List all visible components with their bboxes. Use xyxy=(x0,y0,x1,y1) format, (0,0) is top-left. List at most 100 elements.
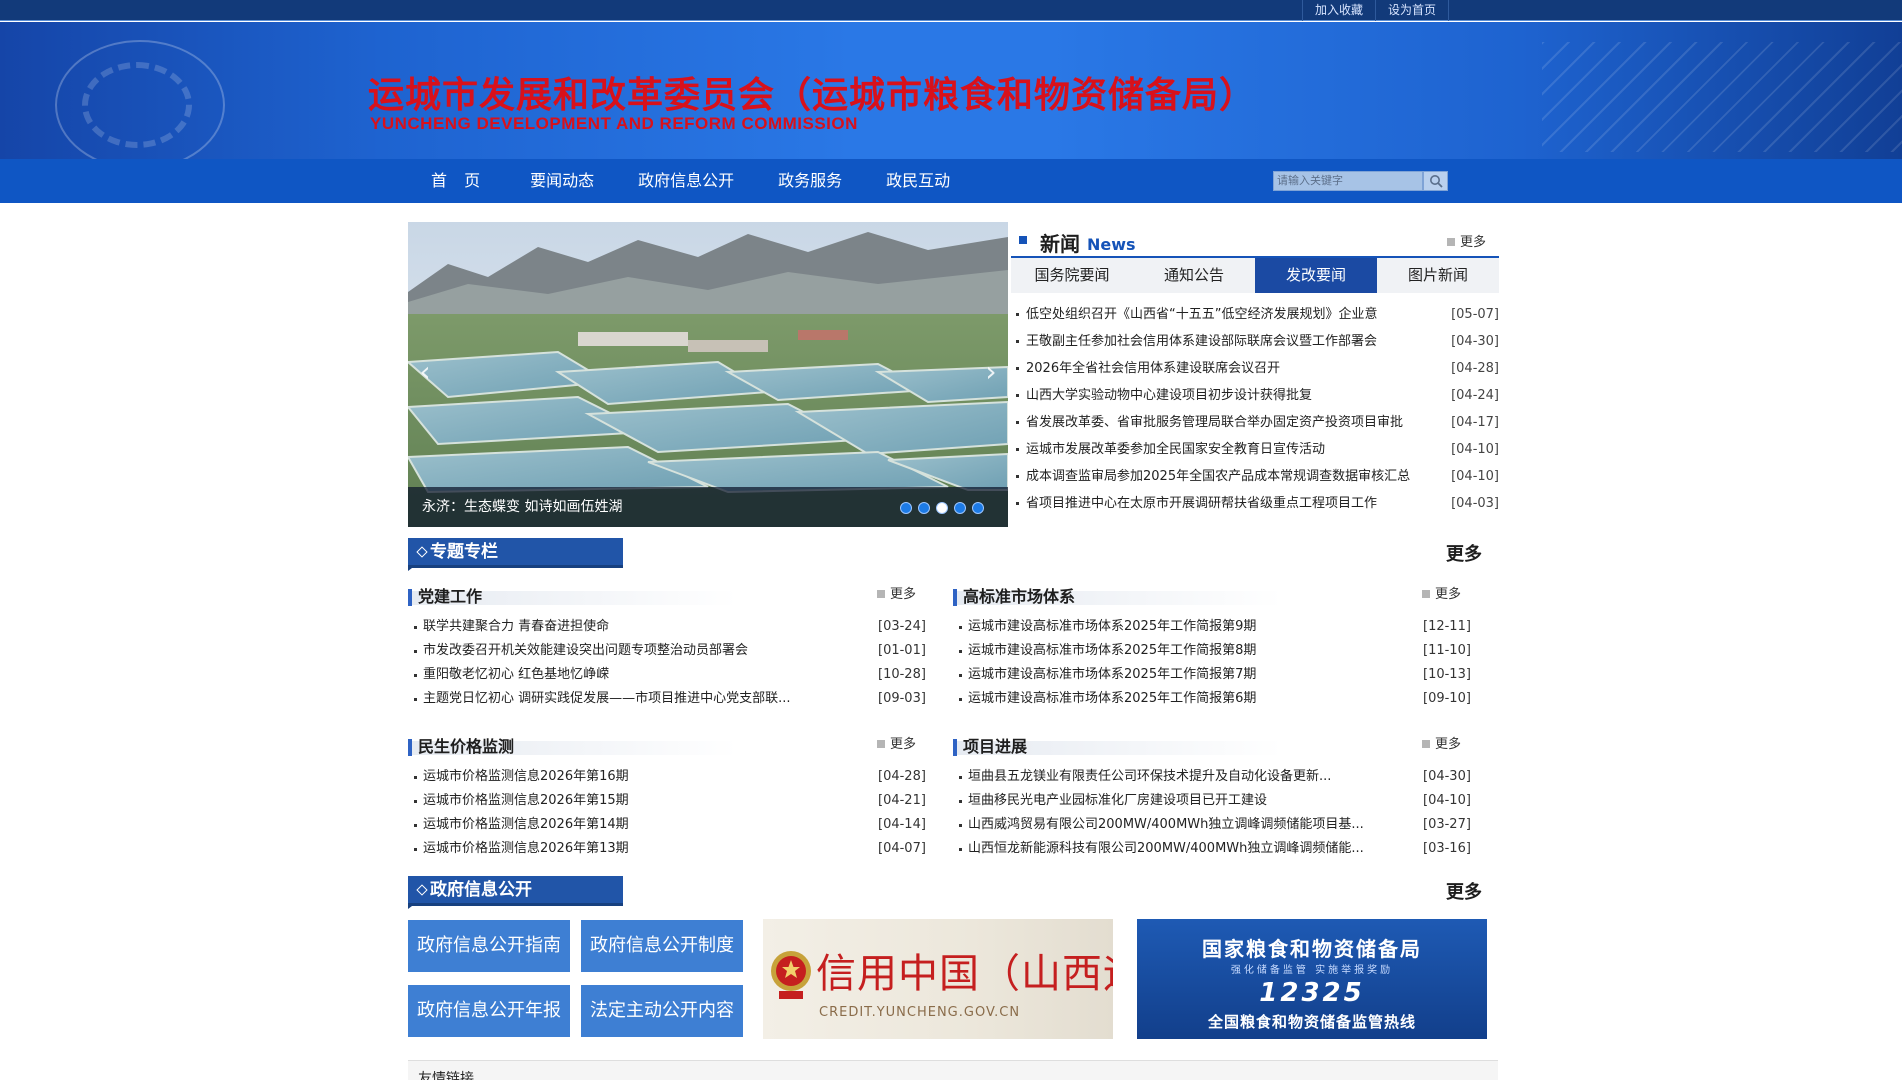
list-item[interactable]: 运城市价格监测信息2026年第13期 [04-07] xyxy=(408,837,926,861)
list-item-title[interactable]: 运城市价格监测信息2026年第14期 xyxy=(423,813,833,837)
tab-notices[interactable]: 通知公告 xyxy=(1133,258,1255,293)
gov-info-more-link[interactable]: 更多 xyxy=(1446,878,1482,904)
list-item-date: [04-30] xyxy=(1423,769,1471,784)
list-item[interactable]: 主题党日忆初心 调研实践促发展——市项目推进中心党支部联... [09-03] xyxy=(408,687,926,711)
news-item[interactable]: 王敬副主任参加社会信用体系建设部际联席会议暨工作部署会 [04-30] xyxy=(1011,328,1499,355)
list-item[interactable]: 山西恒龙新能源科技有限公司200MW/400MWh独立调峰调频储能... [03-… xyxy=(953,837,1471,861)
nav-item-interaction[interactable]: 政民互动 xyxy=(864,159,972,203)
list-item-title[interactable]: 运城市建设高标准市场体系2025年工作简报第8期 xyxy=(968,639,1378,663)
list-item-title[interactable]: 山西恒龙新能源科技有限公司200MW/400MWh独立调峰调频储能... xyxy=(968,837,1378,861)
list-item-title[interactable]: 运城市建设高标准市场体系2025年工作简报第9期 xyxy=(968,615,1378,639)
list-item-title[interactable]: 市发改委召开机关效能建设突出问题专项整治动员部署会 xyxy=(423,639,833,663)
news-more-link[interactable]: 更多 xyxy=(1447,231,1486,250)
bullet-icon xyxy=(959,800,962,803)
nav-item-news[interactable]: 要闻动态 xyxy=(508,159,616,203)
list-item-title[interactable]: 垣曲移民光电产业园标准化厂房建设项目已开工建设 xyxy=(968,789,1378,813)
slide-caption[interactable]: 永济：生态蝶变 如诗如画伍姓湖 xyxy=(422,487,622,527)
slide-prev-button[interactable]: ‹ xyxy=(416,357,434,387)
column-bar-icon xyxy=(408,589,412,606)
list-item[interactable]: 运城市建设高标准市场体系2025年工作简报第6期 [09-10] xyxy=(953,687,1471,711)
bullet-icon xyxy=(959,626,962,629)
list-item[interactable]: 垣曲县五龙镁业有限责任公司环保技术提升及自动化设备更新... [04-30] xyxy=(953,765,1471,789)
list-item-title[interactable]: 运城市价格监测信息2026年第16期 xyxy=(423,765,833,789)
list-item[interactable]: 运城市建设高标准市场体系2025年工作简报第9期 [12-11] xyxy=(953,615,1471,639)
slide-dot-active[interactable] xyxy=(936,502,948,514)
news-item-title[interactable]: 省项目推进中心在太原市开展调研帮扶省级重点工程项目工作 xyxy=(1026,490,1446,517)
photo-slideshow[interactable]: ‹ › 永济：生态蝶变 如诗如画伍姓湖 xyxy=(408,222,1008,527)
list-item[interactable]: 重阳敬老忆初心 红色基地忆峥嵘 [10-28] xyxy=(408,663,926,687)
nav-item-gov-info[interactable]: 政府信息公开 xyxy=(616,159,756,203)
tab-state-council[interactable]: 国务院要闻 xyxy=(1011,258,1133,293)
slide-dot[interactable] xyxy=(900,502,912,514)
tab-photo-news[interactable]: 图片新闻 xyxy=(1377,258,1499,293)
special-topics-more-link[interactable]: 更多 xyxy=(1446,540,1482,566)
news-item-title[interactable]: 王敬副主任参加社会信用体系建设部际联席会议暨工作部署会 xyxy=(1026,328,1446,355)
column-more-link[interactable]: 更多 xyxy=(877,585,916,605)
search-input[interactable]: 请输入关键字 xyxy=(1273,171,1423,191)
search-button[interactable] xyxy=(1423,171,1448,191)
add-favorite-link[interactable]: 加入收藏 xyxy=(1302,0,1375,21)
column-title[interactable]: 民生价格监测 xyxy=(418,735,514,759)
nav-item-services[interactable]: 政务服务 xyxy=(756,159,864,203)
list-item[interactable]: 垣曲移民光电产业园标准化厂房建设项目已开工建设 [04-10] xyxy=(953,789,1471,813)
news-item[interactable]: 山西大学实验动物中心建设项目初步设计获得批复 [04-24] xyxy=(1011,382,1499,409)
more-icon xyxy=(1422,740,1430,748)
list-item-title[interactable]: 运城市建设高标准市场体系2025年工作简报第7期 xyxy=(968,663,1378,687)
diamond-icon xyxy=(416,546,428,558)
news-item-title[interactable]: 成本调查监审局参加2025年全国农产品成本常规调查数据审核汇总 xyxy=(1026,463,1446,490)
list-item[interactable]: 运城市建设高标准市场体系2025年工作简报第8期 [11-10] xyxy=(953,639,1471,663)
gov-info-annual-report-button[interactable]: 政府信息公开年报 xyxy=(408,985,570,1037)
set-homepage-link[interactable]: 设为首页 xyxy=(1375,0,1450,21)
credit-china-banner[interactable]: 信用中国（山西运城） CREDIT.YUNCHENG.GOV.CN xyxy=(763,919,1113,1039)
list-item-title[interactable]: 联学共建聚合力 青春奋进担使命 xyxy=(423,615,833,639)
list-item-title[interactable]: 运城市价格监测信息2026年第13期 xyxy=(423,837,833,861)
list-item[interactable]: 运城市价格监测信息2026年第14期 [04-14] xyxy=(408,813,926,837)
column-title[interactable]: 高标准市场体系 xyxy=(963,585,1075,609)
news-item-title[interactable]: 省发展改革委、省审批服务管理局联合举办固定资产投资项目审批 xyxy=(1026,409,1446,436)
news-item-title[interactable]: 低空处组织召开《山西省“十五五”低空经济发展规划》企业意 xyxy=(1026,301,1446,328)
slide-dot[interactable] xyxy=(918,502,930,514)
list-item-title[interactable]: 垣曲县五龙镁业有限责任公司环保技术提升及自动化设备更新... xyxy=(968,765,1378,789)
list-item[interactable]: 山西威鸿贸易有限公司200MW/400MWh独立调峰调频储能项目基... [03-… xyxy=(953,813,1471,837)
news-item-title[interactable]: 2026年全省社会信用体系建设联席会议召开 xyxy=(1026,355,1446,382)
slide-dot[interactable] xyxy=(972,502,984,514)
list-item-title[interactable]: 重阳敬老忆初心 红色基地忆峥嵘 xyxy=(423,663,833,687)
slide-dot[interactable] xyxy=(954,502,966,514)
grain-banner-title: 国家粮食和物资储备局 xyxy=(1202,937,1422,961)
news-item-title[interactable]: 山西大学实验动物中心建设项目初步设计获得批复 xyxy=(1026,382,1446,409)
column-more-link[interactable]: 更多 xyxy=(877,735,916,755)
news-item[interactable]: 成本调查监审局参加2025年全国农产品成本常规调查数据审核汇总 [04-10] xyxy=(1011,463,1499,490)
list-item[interactable]: 运城市建设高标准市场体系2025年工作简报第7期 [10-13] xyxy=(953,663,1471,687)
bullet-icon xyxy=(959,650,962,653)
list-item[interactable]: 联学共建聚合力 青春奋进担使命 [03-24] xyxy=(408,615,926,639)
news-item[interactable]: 省项目推进中心在太原市开展调研帮扶省级重点工程项目工作 [04-03] xyxy=(1011,490,1499,517)
news-item[interactable]: 运城市发展改革委参加全民国家安全教育日宣传活动 [04-10] xyxy=(1011,436,1499,463)
column-title[interactable]: 项目进展 xyxy=(963,735,1027,759)
list-item[interactable]: 运城市价格监测信息2026年第15期 [04-21] xyxy=(408,789,926,813)
column-title[interactable]: 党建工作 xyxy=(418,585,482,609)
gear-inner-decoration xyxy=(82,62,192,148)
slide-image[interactable] xyxy=(408,222,1008,527)
list-item[interactable]: 市发改委召开机关效能建设突出问题专项整治动员部署会 [01-01] xyxy=(408,639,926,663)
bullet-icon xyxy=(1016,421,1019,424)
site-title[interactable]: 运城市发展和改革委员会（运城市粮食和物资储备局） xyxy=(368,66,1256,118)
news-item[interactable]: 省发展改革委、省审批服务管理局联合举办固定资产投资项目审批 [04-17] xyxy=(1011,409,1499,436)
gov-info-statutory-button[interactable]: 法定主动公开内容 xyxy=(581,985,743,1037)
credit-china-url: CREDIT.YUNCHENG.GOV.CN xyxy=(819,1005,1021,1020)
list-item[interactable]: 运城市价格监测信息2026年第16期 [04-28] xyxy=(408,765,926,789)
grain-reserve-hotline-banner[interactable]: 国家粮食和物资储备局 强化储备监管 实施举报奖励 12325 全国粮食和物资储备… xyxy=(1137,919,1487,1039)
list-item-title[interactable]: 主题党日忆初心 调研实践促发展——市项目推进中心党支部联... xyxy=(423,687,833,711)
list-item-title[interactable]: 运城市价格监测信息2026年第15期 xyxy=(423,789,833,813)
column-more-link[interactable]: 更多 xyxy=(1422,585,1461,605)
list-item-title[interactable]: 运城市建设高标准市场体系2025年工作简报第6期 xyxy=(968,687,1378,711)
column-more-link[interactable]: 更多 xyxy=(1422,735,1461,755)
tab-reform-news[interactable]: 发改要闻 xyxy=(1255,258,1377,293)
gov-info-guide-button[interactable]: 政府信息公开指南 xyxy=(408,920,570,972)
nav-item-home[interactable]: 首 页 xyxy=(409,159,508,203)
gov-info-rules-button[interactable]: 政府信息公开制度 xyxy=(581,920,743,972)
news-item[interactable]: 低空处组织召开《山西省“十五五”低空经济发展规划》企业意 [05-07] xyxy=(1011,301,1499,328)
news-item[interactable]: 2026年全省社会信用体系建设联席会议召开 [04-28] xyxy=(1011,355,1499,382)
list-item-title[interactable]: 山西威鸿贸易有限公司200MW/400MWh独立调峰调频储能项目基... xyxy=(968,813,1378,837)
slide-next-button[interactable]: › xyxy=(982,357,1000,387)
news-item-title[interactable]: 运城市发展改革委参加全民国家安全教育日宣传活动 xyxy=(1026,436,1446,463)
